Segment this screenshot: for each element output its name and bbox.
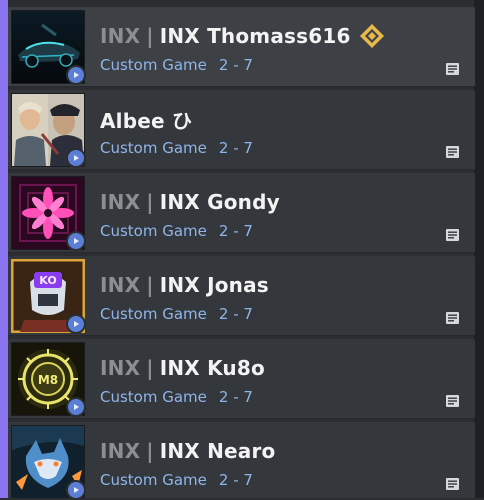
player-name-line: INX | INX Jonas <box>100 272 269 298</box>
tag-separator: | <box>146 190 154 214</box>
status-text: Custom Game <box>100 305 207 323</box>
game-status: Custom Game 2 - 7 <box>100 139 253 157</box>
avatar[interactable] <box>11 176 86 251</box>
svg-text:KO: KO <box>39 274 56 287</box>
in-game-play-icon <box>66 480 86 500</box>
note-icon[interactable] <box>445 62 461 76</box>
player-name-line: INX | INX Ku8o <box>100 355 265 381</box>
friend-row[interactable]: M8 INX | INX Ku8o Custom Game 2 - 7 <box>8 339 475 419</box>
note-icon[interactable] <box>445 394 461 408</box>
game-status: Custom Game 2 - 7 <box>100 471 253 489</box>
avatar[interactable] <box>11 93 86 168</box>
status-text: Custom Game <box>100 139 207 157</box>
player-name-line: INX | INX Nearo <box>100 438 275 464</box>
team-tag: INX <box>100 273 141 297</box>
friend-row[interactable]: KO INX | INX Jonas Custom Game 2 - 7 <box>8 256 475 336</box>
player-name-line: INX | INX Gondy <box>100 189 280 215</box>
note-icon[interactable] <box>445 311 461 325</box>
status-text: Custom Game <box>100 56 207 74</box>
match-score: 2 - 7 <box>218 139 253 157</box>
status-text: Custom Game <box>100 222 207 240</box>
match-score: 2 - 7 <box>218 388 253 406</box>
team-tag: INX <box>100 190 141 214</box>
friends-list: INX | INX Thomass616 Custom Game 2 - 7 A… <box>8 7 475 500</box>
in-game-play-icon <box>66 397 86 417</box>
player-name-line: Albee ひ <box>100 106 193 133</box>
game-status: Custom Game 2 - 7 <box>100 388 253 406</box>
in-game-play-icon <box>66 314 86 334</box>
player-name: INX Ku8o <box>159 356 265 380</box>
scrollbar-track[interactable] <box>474 0 484 500</box>
player-name: INX Thomass616 <box>159 24 351 48</box>
friend-row[interactable]: INX | INX Thomass616 Custom Game 2 - 7 <box>8 7 475 87</box>
rank-diamond-icon <box>359 23 385 49</box>
player-name: Albee ひ <box>100 108 193 133</box>
player-name: INX Nearo <box>159 439 276 463</box>
friends-list-panel: INX | INX Thomass616 Custom Game 2 - 7 A… <box>0 0 484 500</box>
in-game-play-icon <box>66 231 86 251</box>
friend-row[interactable]: INX | INX Gondy Custom Game 2 - 7 <box>8 173 475 253</box>
game-status: Custom Game 2 - 7 <box>100 222 253 240</box>
player-name-line: INX | INX Thomass616 <box>100 23 385 49</box>
avatar[interactable] <box>11 10 86 85</box>
game-status: Custom Game 2 - 7 <box>100 56 253 74</box>
tag-separator: | <box>146 356 154 380</box>
note-icon[interactable] <box>445 477 461 491</box>
team-tag: INX <box>100 24 141 48</box>
in-game-play-icon <box>66 148 86 168</box>
player-name: INX Jonas <box>159 273 269 297</box>
avatar[interactable] <box>11 425 86 500</box>
match-score: 2 - 7 <box>218 222 253 240</box>
friend-row[interactable]: INX | INX Nearo Custom Game 2 - 7 <box>8 422 475 500</box>
status-text: Custom Game <box>100 471 207 489</box>
in-game-play-icon <box>66 65 86 85</box>
svg-text:M8: M8 <box>38 373 58 387</box>
tag-separator: | <box>146 273 154 297</box>
player-name: INX Gondy <box>159 190 280 214</box>
team-tag: INX <box>100 439 141 463</box>
avatar[interactable]: M8 <box>11 342 86 417</box>
note-icon[interactable] <box>445 145 461 159</box>
match-score: 2 - 7 <box>218 471 253 489</box>
avatar[interactable]: KO <box>11 259 86 334</box>
note-icon[interactable] <box>445 228 461 242</box>
selection-accent-bar <box>0 0 8 500</box>
tag-separator: | <box>146 24 154 48</box>
tag-separator: | <box>146 439 154 463</box>
game-status: Custom Game 2 - 7 <box>100 305 253 323</box>
team-tag: INX <box>100 356 141 380</box>
status-text: Custom Game <box>100 388 207 406</box>
friend-row[interactable]: Albee ひ Custom Game 2 - 7 <box>8 90 475 170</box>
match-score: 2 - 7 <box>218 56 253 74</box>
match-score: 2 - 7 <box>218 305 253 323</box>
